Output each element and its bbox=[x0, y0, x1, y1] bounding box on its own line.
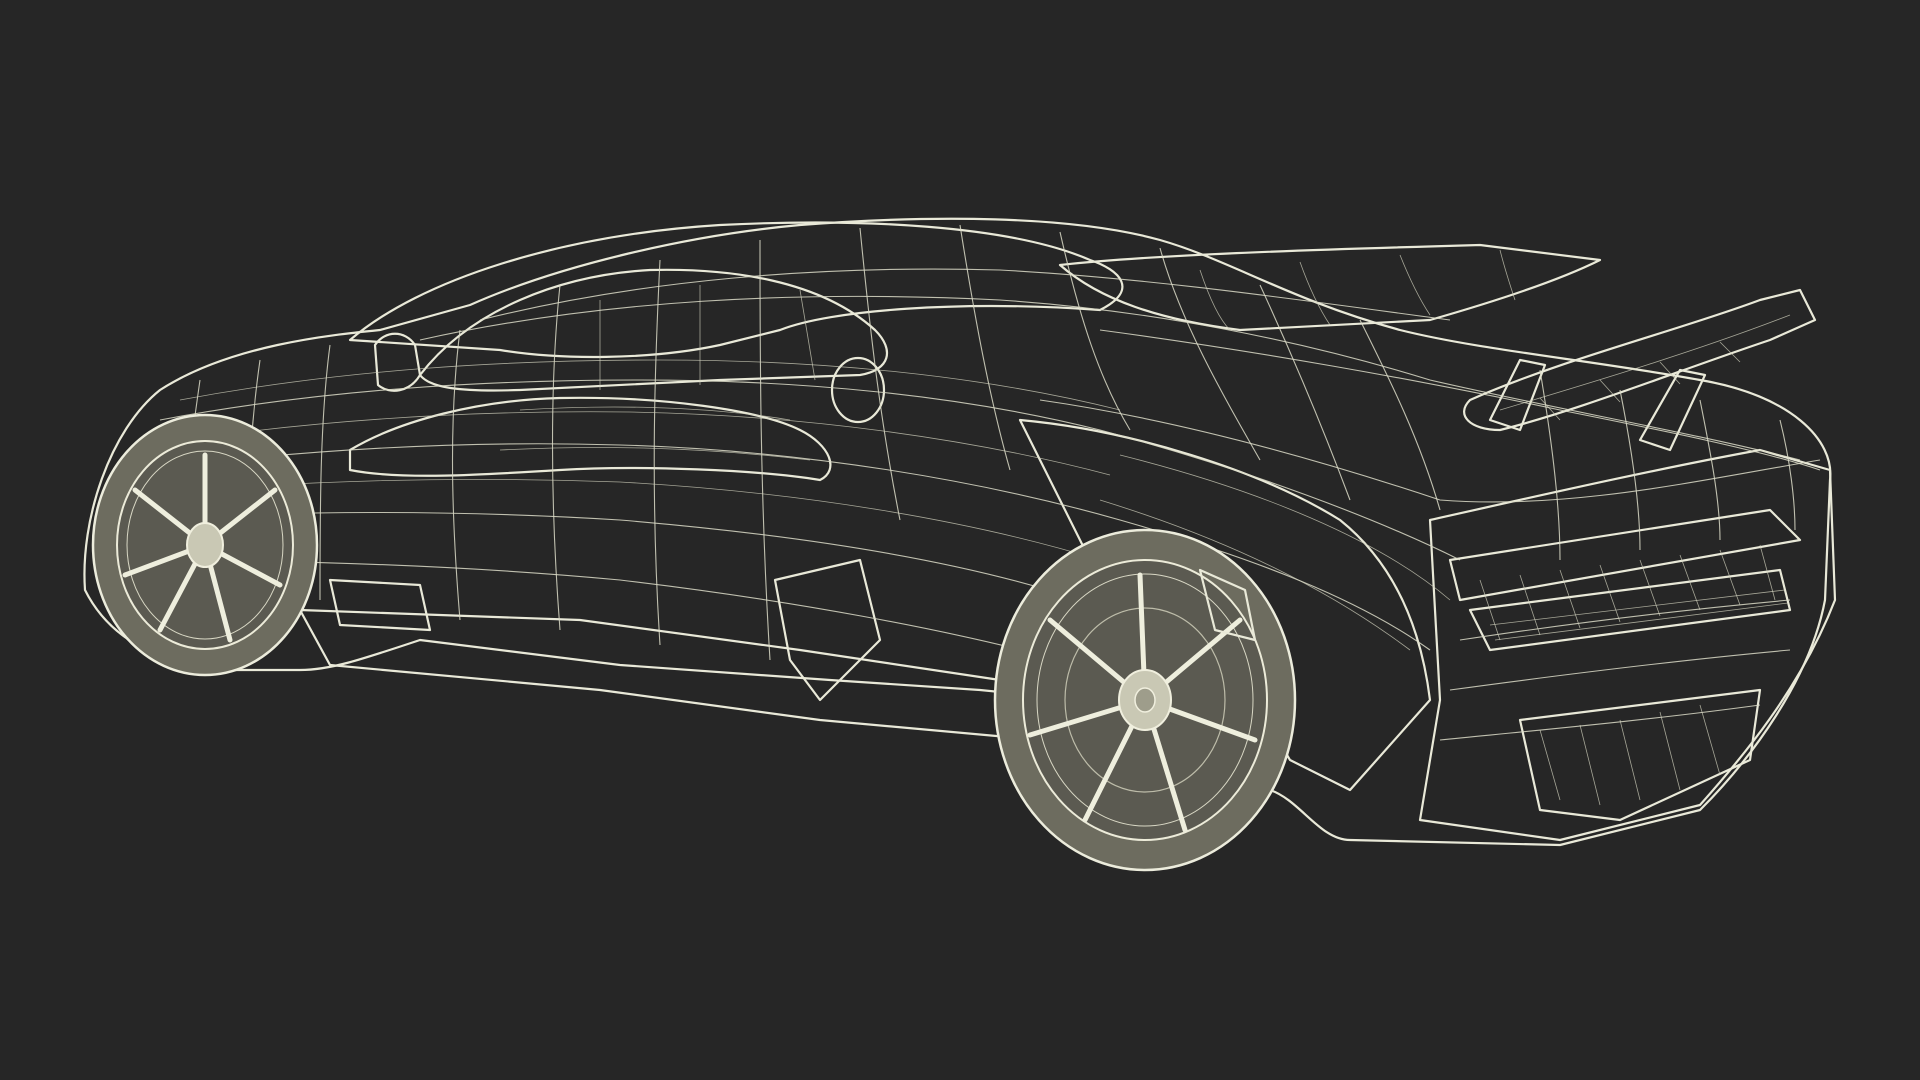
car-wireframe-render bbox=[83, 217, 1837, 872]
front-wheel bbox=[91, 413, 319, 677]
render-viewport bbox=[0, 0, 1920, 1080]
mesh-lines bbox=[129, 224, 1821, 806]
rear-wheel bbox=[993, 528, 1297, 872]
car-body bbox=[83, 217, 1837, 847]
